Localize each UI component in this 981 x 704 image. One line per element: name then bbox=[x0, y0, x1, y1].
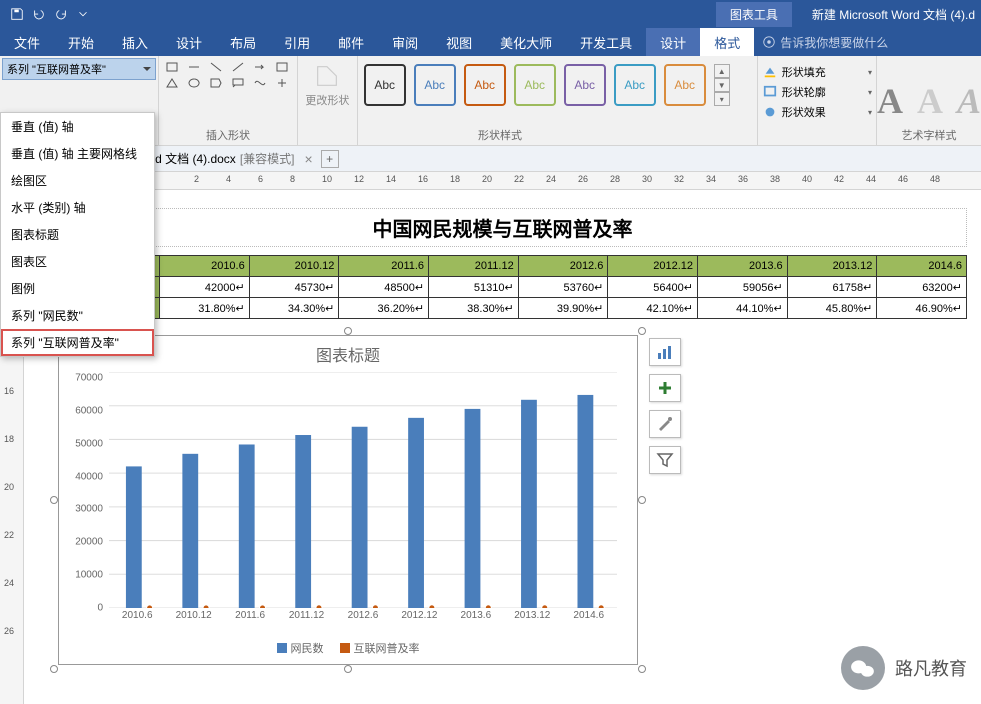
wechat-icon bbox=[841, 646, 885, 690]
menu-item[interactable]: 邮件 bbox=[324, 28, 378, 56]
menu-item[interactable]: 美化大师 bbox=[486, 28, 566, 56]
chart-legend: 网民数 互联网普及率 bbox=[59, 640, 637, 656]
chart-side-tools bbox=[649, 338, 681, 474]
save-icon[interactable] bbox=[6, 3, 28, 25]
shape-effects-button[interactable]: 形状效果▾ bbox=[762, 102, 872, 122]
document-title: 新建 Microsoft Word 文档 (4).d bbox=[812, 6, 975, 23]
context-tab-label: 图表工具 bbox=[716, 2, 792, 27]
wordart-styles-group: A A A 艺术字样式 bbox=[877, 56, 981, 145]
redo-icon[interactable] bbox=[50, 3, 72, 25]
watermark: 路凡教育 bbox=[841, 646, 967, 690]
menu-item-context[interactable]: 设计 bbox=[646, 28, 700, 56]
chart-object[interactable]: 图表标题 01000020000300004000050000600007000… bbox=[58, 335, 638, 665]
page: 中国网民规模与互联网普及率 时间2010.62010.122011.62011.… bbox=[24, 190, 981, 673]
menu-item[interactable]: 开发工具 bbox=[566, 28, 646, 56]
chart-add-button[interactable] bbox=[649, 374, 681, 402]
data-table: 时间2010.62010.122011.62011.122012.62012.1… bbox=[38, 255, 967, 319]
wordart-preset[interactable]: A bbox=[917, 80, 943, 122]
dropdown-item[interactable]: 系列 "网民数" bbox=[1, 302, 154, 329]
chart-x-axis: 2010.62010.122011.62011.122012.62012.122… bbox=[109, 610, 617, 628]
menu-item[interactable]: 文件 bbox=[0, 28, 54, 56]
compat-mode: [兼容模式] bbox=[240, 150, 295, 167]
shape-thumb[interactable] bbox=[229, 60, 247, 74]
shape-thumb[interactable] bbox=[273, 76, 291, 90]
menu-item[interactable]: 审阅 bbox=[378, 28, 432, 56]
shape-thumb[interactable] bbox=[207, 60, 225, 74]
menu-item[interactable]: 设计 bbox=[162, 28, 216, 56]
menu-item[interactable]: 视图 bbox=[432, 28, 486, 56]
dropdown-item[interactable]: 图表标题 bbox=[1, 221, 154, 248]
page-title: 中国网民规模与互联网普及率 bbox=[38, 208, 967, 247]
shape-thumb[interactable] bbox=[229, 76, 247, 90]
shape-thumb[interactable] bbox=[251, 60, 269, 74]
title-bar: 图表工具 新建 Microsoft Word 文档 (4).d bbox=[0, 0, 981, 28]
shape-thumb[interactable] bbox=[207, 76, 225, 90]
menu-bar: 文件开始插入设计布局引用邮件审阅视图美化大师开发工具设计格式告诉我你想要做什么 bbox=[0, 28, 981, 56]
shape-fill-button[interactable]: 形状填充▾ bbox=[762, 62, 872, 82]
menu-item[interactable]: 引用 bbox=[270, 28, 324, 56]
group-label: 形状样式 bbox=[300, 127, 700, 143]
chart-styles-button[interactable] bbox=[649, 410, 681, 438]
menu-item[interactable]: 开始 bbox=[54, 28, 108, 56]
insert-shapes-group: 插入形状 bbox=[159, 56, 298, 145]
menu-item[interactable]: 布局 bbox=[216, 28, 270, 56]
wordart-preset[interactable]: A bbox=[877, 80, 903, 122]
close-tab-icon[interactable]: × bbox=[304, 151, 312, 167]
chart-plot-area bbox=[109, 372, 617, 608]
chart-element-selector-group: 系列 "互联网普及率" 垂直 (值) 轴垂直 (值) 轴 主要网格线绘图区水平 … bbox=[0, 56, 159, 145]
watermark-text: 路凡教育 bbox=[895, 655, 967, 681]
wordart-preset[interactable]: A bbox=[957, 80, 981, 122]
dropdown-item[interactable]: 图表区 bbox=[1, 248, 154, 275]
chart-element-value: 系列 "互联网普及率" bbox=[7, 61, 106, 77]
shape-thumb[interactable] bbox=[163, 76, 181, 90]
group-label: 艺术字样式 bbox=[877, 127, 981, 143]
shape-style-preset[interactable]: Abc bbox=[364, 64, 406, 106]
scroll-down-icon[interactable]: ▼ bbox=[714, 78, 730, 92]
horizontal-ruler: 8642246810121416182022242628303234363840… bbox=[24, 172, 981, 190]
document-area: W 新建 Microsoft Word 文档 (4).docx [兼容模式] ×… bbox=[24, 146, 981, 704]
menu-item[interactable]: 插入 bbox=[108, 28, 162, 56]
group-label: 插入形状 bbox=[159, 127, 297, 143]
shape-style-preset[interactable]: Abc bbox=[614, 64, 656, 106]
dropdown-item[interactable]: 垂直 (值) 轴 bbox=[1, 113, 154, 140]
shape-thumb[interactable] bbox=[273, 60, 291, 74]
chart-y-axis: 010000200003000040000500006000070000 bbox=[59, 372, 107, 608]
new-tab-icon[interactable]: + bbox=[321, 150, 339, 168]
shape-format-group: 形状填充▾ 形状轮廓▾ 形状效果▾ bbox=[758, 56, 877, 145]
shape-thumb[interactable] bbox=[185, 60, 203, 74]
shape-thumb[interactable] bbox=[163, 60, 181, 74]
dropdown-item[interactable]: 图例 bbox=[1, 275, 154, 302]
chart-elements-button[interactable] bbox=[649, 338, 681, 366]
chart-element-dropdown: 垂直 (值) 轴垂直 (值) 轴 主要网格线绘图区水平 (类别) 轴图表标题图表… bbox=[0, 112, 155, 357]
shape-style-preset[interactable]: Abc bbox=[414, 64, 456, 106]
chevron-down-icon bbox=[143, 67, 151, 75]
dropdown-item[interactable]: 垂直 (值) 轴 主要网格线 bbox=[1, 140, 154, 167]
shape-outline-button[interactable]: 形状轮廓▾ bbox=[762, 82, 872, 102]
menu-item-context[interactable]: 格式 bbox=[700, 28, 754, 56]
tell-me-hint[interactable]: 告诉我你想要做什么 bbox=[762, 28, 888, 56]
shape-thumb[interactable] bbox=[185, 76, 203, 90]
ribbon: 系列 "互联网普及率" 垂直 (值) 轴垂直 (值) 轴 主要网格线绘图区水平 … bbox=[0, 56, 981, 146]
shape-style-preset[interactable]: Abc bbox=[464, 64, 506, 106]
chart-filter-button[interactable] bbox=[649, 446, 681, 474]
shape-style-preset[interactable]: Abc bbox=[664, 64, 706, 106]
shape-style-preset[interactable]: Abc bbox=[564, 64, 606, 106]
chart-element-combo[interactable]: 系列 "互联网普及率" bbox=[2, 58, 156, 80]
undo-icon[interactable] bbox=[28, 3, 50, 25]
shape-thumb[interactable] bbox=[251, 76, 269, 90]
document-tab-bar: W 新建 Microsoft Word 文档 (4).docx [兼容模式] ×… bbox=[24, 146, 981, 172]
dropdown-item[interactable]: 系列 "互联网普及率" bbox=[1, 329, 154, 356]
dropdown-item[interactable]: 水平 (类别) 轴 bbox=[1, 194, 154, 221]
gallery-more-icon[interactable]: ▾ bbox=[714, 92, 730, 106]
qat-more-icon[interactable] bbox=[72, 3, 94, 25]
dropdown-item[interactable]: 绘图区 bbox=[1, 167, 154, 194]
shape-style-preset[interactable]: Abc bbox=[514, 64, 556, 106]
scroll-up-icon[interactable]: ▲ bbox=[714, 64, 730, 78]
edit-shape-label: 更改形状 bbox=[305, 92, 349, 108]
